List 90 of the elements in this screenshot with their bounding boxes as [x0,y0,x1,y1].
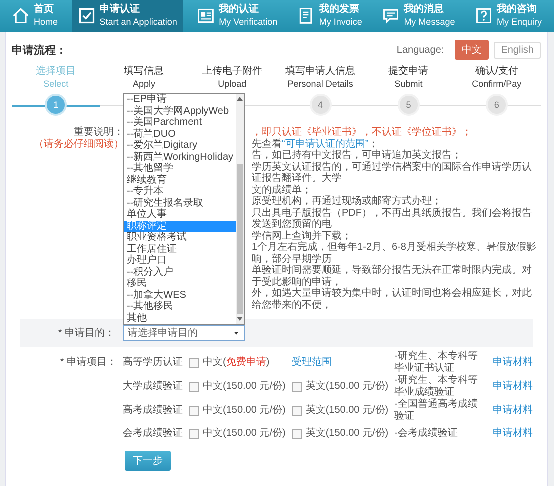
notice-text: 告，如已持有中文报告，可申请追加英文报告； [252,150,463,162]
help-icon [474,7,493,25]
step-number: 6 [486,94,508,116]
checkbox-label: 中文(免费申请) [203,356,270,370]
materials-link[interactable]: 申请材料 [493,352,533,374]
materials-link[interactable]: 申请材料 [493,400,533,422]
dropdown-option[interactable]: 职业资格考试 [124,232,236,244]
step-title: 填写信息 [124,65,164,78]
checkbox[interactable] [292,429,302,439]
checkbox[interactable] [189,382,199,392]
checkbox-label: 英文(150.00 元/份) [306,380,389,394]
step-subtitle: Select [44,78,69,91]
item-name: 高等学历认证 [123,356,183,370]
notice-text: 学历英文认证报告的，可通过学信档案中的国际合作申请学历认证报告翻译件。大学 [252,162,533,184]
dropdown-option[interactable]: --爱尔兰Digitary [124,140,236,152]
step-subtitle: Personal Details [288,78,354,91]
step-subtitle: Confirm/Pay [472,78,522,91]
step-number: 4 [310,94,332,116]
checkbox-label: 中文(150.00 元/份) [203,380,286,394]
caret-icon [233,330,240,336]
dropdown-option[interactable]: --荷兰DUO [124,128,236,140]
checkbox[interactable] [292,406,302,416]
item-name: 高考成绩验证 [123,404,183,418]
materials-link[interactable]: 申请材料 [493,423,533,445]
step-subtitle: Upload [218,78,247,91]
step-title: 提交申请 [388,65,429,78]
notice-hint: （请务必仔细阅读） [34,138,124,150]
dropdown-option[interactable]: 办理户口 [124,255,236,266]
dropdown-option[interactable]: 工作居住证 [124,244,236,255]
scrollbar[interactable] [236,94,244,324]
page-title: 申请流程： [12,44,68,58]
dropdown-option[interactable]: --专升本 [124,186,236,198]
dropdown-option[interactable]: 继续教育 [124,174,236,186]
step-number: 1 [45,94,68,116]
item-name: 大学成绩验证 [123,380,183,394]
dropdown-option[interactable]: --积分入户 [124,266,236,278]
dropdown-option[interactable]: --EP申请 [124,94,236,106]
notice-text: 外，如遇大量申请较为集中时，认证时间也将会相应延长，对此给您带来的不便， [252,288,533,311]
dropdown-option[interactable]: 移民 [124,278,236,290]
notice-label: 重要说明： [74,127,124,138]
dropdown-option[interactable]: 单位人事 [124,209,236,220]
notice-text: ，即只认证《毕业证书》，不认证《学位证书》； [252,127,473,138]
step-subtitle: Submit [394,78,423,91]
checkbox-label: 英文(150.00 元/份) [306,426,389,441]
item-description: -全国普通高考成绩验证 [394,399,479,423]
dropdown-option[interactable]: --美国Parchment [124,117,236,128]
checkbox-label: 英文(150.00 元/份) [306,404,389,418]
notice-text: 1个月左右完成，但每年1-2月、6-8月受相关学校寒、暑假放假影响，部分早期学历 [252,242,538,264]
checkbox[interactable] [189,406,199,416]
scope-link[interactable]: “可申请认证的范围” [282,138,369,150]
step-title: 确认/支付 [476,65,518,78]
scope-link[interactable]: 受理范围 [292,352,389,374]
dropdown-option[interactable]: --新西兰WorkingHoliday [124,152,236,163]
purpose-select[interactable]: 请选择申请目的 [123,325,245,341]
checkbox[interactable] [292,382,302,392]
chat-icon [382,7,400,25]
dropdown-option[interactable]: --其他移民 [124,301,236,312]
item-name: 会考成绩验证 [123,426,183,441]
notice-text: 学信网上查询并下载； [252,230,353,242]
nav-tab[interactable]: 申请认证 Start an Application [72,0,184,32]
notice-text: 只出具电子版报告（PDF），不再出具纸质报告。我们会将报告发送到您预留的电 [252,208,533,230]
materials-link[interactable]: 申请材料 [493,376,533,398]
notice-text: 单验证时间需要顺延，导致部分报告无法在正常时限内完成。对于受此影响的申请， [252,265,533,288]
step-title: 上传电子附件 [202,65,262,78]
checkbox-label: 中文(150.00 元/份) [203,426,286,441]
notice-text: 原受理机构，再通过现场或邮寄方式办理； [252,196,443,208]
language-button[interactable]: English [494,42,541,58]
step-subtitle: Apply [132,78,156,91]
dropdown-option[interactable]: --其他留学 [124,163,236,174]
items-label: * 申请项目： [59,356,117,370]
checkbox-label: 中文(150.00 元/份) [203,404,286,418]
id-card-icon [197,7,216,25]
notice-text: 文的成绩单； [252,184,313,196]
notice-text: 先查看“可申请认证的范围”； [252,138,380,150]
step-title: 填写申请人信息 [286,65,356,78]
language-label: Language: [396,44,444,56]
checkbox-icon [78,7,96,25]
dropdown-option[interactable]: --研究生报名录取 [124,198,236,209]
item-description: -研究生、本专科等毕业成绩验证 [394,375,479,398]
item-description: -会考成绩验证 [394,428,459,440]
dropdown-option[interactable]: 其他 [124,312,236,324]
dropdown-option[interactable]: --美国大学网ApplyWeb [124,106,236,117]
dropdown-option[interactable]: --加拿大WES [124,290,236,301]
step-title: 选择项目 [36,65,76,78]
checkbox[interactable] [189,358,199,368]
item-description: -研究生、本专科等毕业证书认证 [394,351,479,374]
purpose-label: * 申请目的： [57,326,116,340]
home-icon [12,7,30,25]
step-number: 5 [398,94,420,116]
checkbox[interactable] [189,429,199,439]
